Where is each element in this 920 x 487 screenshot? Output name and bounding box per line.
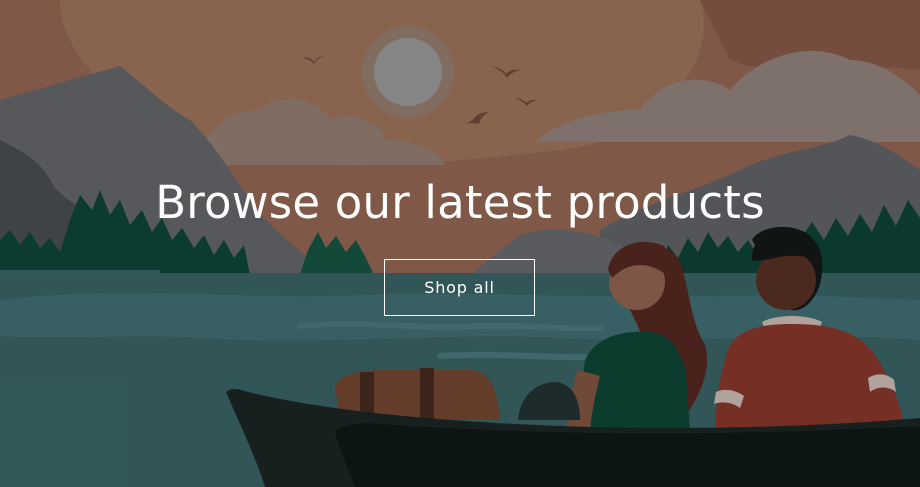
hero-banner: Browse our latest products Shop all bbox=[0, 0, 920, 487]
shop-all-button[interactable]: Shop all bbox=[384, 259, 535, 316]
hero-title: Browse our latest products bbox=[155, 176, 765, 229]
hero-content: Browse our latest products Shop all bbox=[0, 0, 920, 487]
